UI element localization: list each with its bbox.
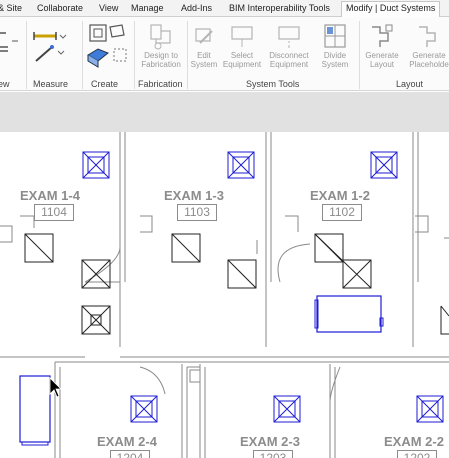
panel-label-view: ew [0, 79, 10, 89]
room-number-tag[interactable]: 1202 [397, 450, 437, 458]
room-name-tag[interactable]: EXAM 1-2 [310, 188, 370, 203]
disconnect-equipment-label-1: Disconnect [269, 51, 309, 60]
supply-diffuser[interactable] [130, 395, 158, 423]
generate-layout-label-2: Layout [369, 60, 395, 69]
room-name-tag[interactable]: EXAM 2-4 [97, 434, 157, 449]
room-name-tag[interactable]: EXAM 2-3 [240, 434, 300, 449]
select-equipment-label-2: Equipment [222, 60, 262, 69]
panel-label-create: Create [91, 79, 119, 89]
divide-system-label-1: Divide [323, 51, 347, 60]
edit-system-label-2: System [190, 60, 218, 69]
ribbon-tab-bar: & Site Collaborate View Manage Add-Ins B… [0, 0, 449, 17]
panel-label-layout: Layout [396, 79, 424, 89]
tab-add-ins[interactable]: Add-Ins [181, 2, 212, 17]
tab-manage[interactable]: Manage [131, 2, 164, 17]
room-number-tag[interactable]: 1103 [177, 204, 217, 221]
divide-system-icon [324, 24, 346, 48]
room-name-tag[interactable]: EXAM 1-3 [164, 188, 224, 203]
ribbon: ew Measure Create Design to Fabrication … [0, 17, 449, 91]
room-name-tag[interactable]: EXAM 2-2 [384, 434, 444, 449]
generate-placeholder-icon [419, 26, 436, 47]
tab-view[interactable]: View [99, 2, 118, 17]
room-number-tag[interactable]: 1102 [322, 204, 362, 221]
panel-label-fabrication: Fabrication [138, 79, 183, 89]
design-to-fabrication-button[interactable]: Design to Fabrication [136, 21, 186, 69]
supply-diffuser[interactable] [273, 395, 301, 423]
select-equipment-label-1: Select [230, 51, 254, 60]
generate-layout-button[interactable]: Generate Layout [360, 21, 404, 69]
divide-system-button[interactable]: Divide System [313, 21, 357, 69]
panel-label-system-tools: System Tools [246, 79, 300, 89]
tab-modify-duct-systems[interactable]: Modify | Duct Systems [341, 1, 441, 17]
panel-label-measure: Measure [33, 79, 69, 89]
select-equipment-button[interactable]: Select Equipment [220, 21, 264, 69]
disconnect-equipment-button[interactable]: Disconnect Equipment [266, 21, 312, 69]
room-number-tag[interactable]: 1104 [34, 204, 74, 221]
disconnect-equipment-icon [278, 26, 300, 48]
supply-diffuser[interactable] [82, 151, 110, 179]
view-tab-strip [0, 92, 449, 132]
supply-diffuser[interactable] [416, 395, 444, 423]
panel-separator [134, 21, 135, 89]
floor-plan[interactable] [0, 132, 449, 458]
selected-vav-unit[interactable] [19, 375, 51, 446]
design-to-fabrication-label-1: Design to [144, 51, 178, 60]
view-tools-icon [0, 32, 18, 52]
design-to-fabrication-icon [150, 24, 171, 50]
supply-diffuser[interactable] [227, 151, 255, 179]
measure-ruler-icon [33, 32, 67, 62]
drawing-canvas[interactable]: EXAM 1-4 1104 EXAM 1-3 1103 EXAM 1-2 110… [0, 132, 449, 458]
view-tools[interactable] [0, 23, 26, 63]
tab-collaborate[interactable]: Collaborate [37, 2, 83, 17]
create-component-icon [87, 24, 127, 68]
panel-separator [26, 21, 27, 89]
generate-layout-label-1: Generate [365, 51, 399, 60]
generate-placeholder-label-2: Placeholde [409, 60, 449, 69]
selected-vav-unit[interactable] [314, 295, 384, 333]
edit-system-icon [195, 28, 213, 44]
generate-layout-icon [372, 24, 393, 47]
tab-bim-interoperability-tools[interactable]: BIM Interoperability Tools [229, 2, 330, 17]
create-tools[interactable] [84, 21, 132, 71]
select-equipment-icon [231, 26, 253, 47]
panel-separator [82, 21, 83, 89]
edit-system-button[interactable]: Edit System [189, 21, 219, 69]
panel-separator [187, 21, 188, 89]
design-to-fabrication-label-2: Fabrication [141, 60, 181, 69]
room-number-tag[interactable]: 1204 [110, 450, 150, 458]
disconnect-equipment-label-2: Equipment [269, 60, 309, 69]
generate-placeholder-button[interactable]: Generate Placeholde [405, 21, 449, 69]
room-number-tag[interactable]: 1203 [253, 450, 293, 458]
divide-system-label-2: System [321, 60, 349, 69]
room-name-tag[interactable]: EXAM 1-4 [20, 188, 80, 203]
generate-placeholder-label-1: Generate [412, 51, 446, 60]
measure-tools[interactable] [30, 23, 80, 69]
tab-site[interactable]: & Site [0, 2, 22, 17]
edit-system-label-1: Edit [197, 51, 211, 60]
supply-diffuser[interactable] [370, 151, 398, 179]
